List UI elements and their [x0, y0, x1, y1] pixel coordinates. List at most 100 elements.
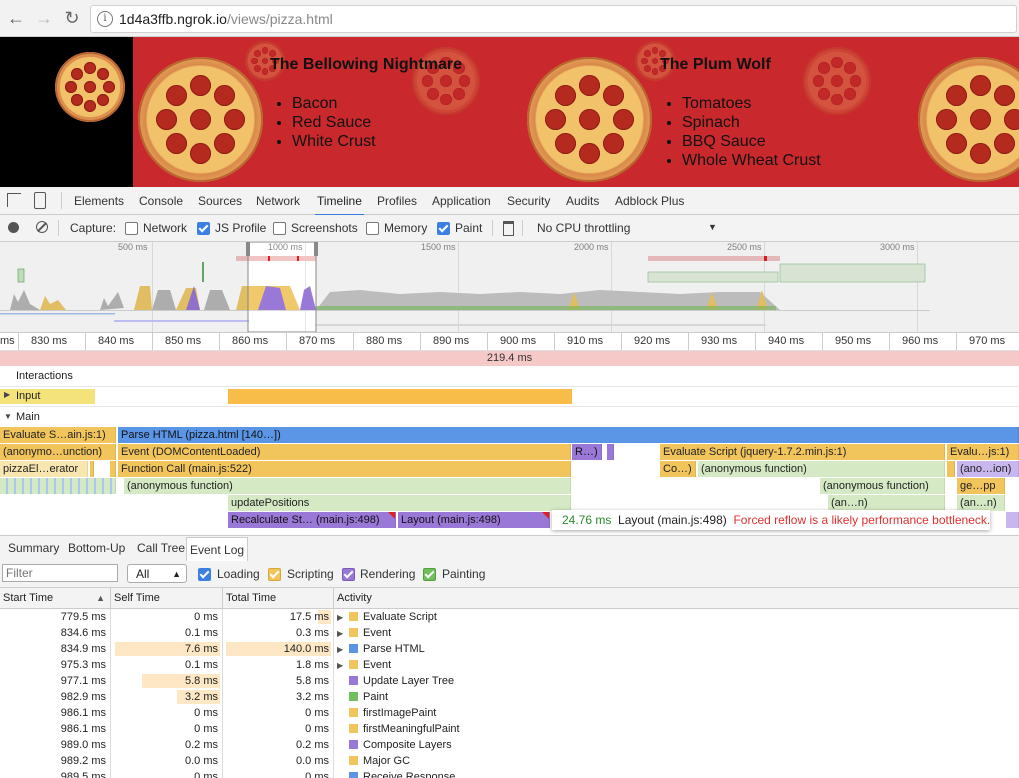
flame-anon-ion[interactable]: (ano…ion) [957, 461, 1019, 477]
flame-recalculate-style[interactable]: Recalculate St… (main.js:498) [228, 512, 396, 528]
selection-handle-right[interactable] [314, 242, 318, 256]
js-profile-checkbox[interactable] [197, 222, 210, 235]
flame-evaluate-jquery[interactable]: Evaluate Script (jquery-1.7.2.min.js:1) [660, 444, 945, 460]
rendering-checkbox[interactable] [342, 568, 355, 581]
ruler-tick: 860 ms [232, 335, 269, 347]
flame-update-positions[interactable]: updatePositions [228, 495, 571, 511]
flame-block[interactable] [110, 461, 116, 477]
tab-security[interactable]: Security [505, 187, 552, 214]
flame-block[interactable] [607, 444, 614, 460]
tab-event-log[interactable]: Event Log [186, 537, 249, 562]
flame-compile-short[interactable]: Co…) [660, 461, 696, 477]
flame-anon-function[interactable]: (anonymous function) [698, 461, 945, 477]
col-start-time[interactable]: Start Time ▲ [0, 588, 111, 608]
table-row[interactable]: 834.6 ms 0.1 ms 0.3 ms ▶ Event [0, 625, 1019, 641]
clear-icon[interactable] [36, 221, 48, 233]
tab-elements[interactable]: Elements [72, 187, 126, 214]
flame-recalc-short[interactable]: R…) [572, 444, 602, 460]
filter-input[interactable] [2, 564, 118, 582]
tab-audits[interactable]: Audits [564, 187, 601, 214]
flame-anon-short[interactable]: (an…n) [957, 495, 1005, 511]
pizza-image [527, 57, 652, 182]
tab-summary[interactable]: Summary [5, 536, 62, 560]
flame-small-calls[interactable] [0, 478, 116, 494]
selection-handle-left[interactable] [246, 242, 250, 256]
warning-marker [297, 256, 299, 261]
flame-anon-function[interactable]: (anonymous function) [820, 478, 945, 494]
activity-label: Evaluate Script [363, 611, 437, 623]
flame-pizza-generator[interactable]: pizzaEl…erator [0, 461, 88, 477]
flame-anon-function[interactable]: (anonymous function) [124, 478, 571, 494]
input-bar[interactable] [228, 389, 572, 404]
table-row[interactable]: 975.3 ms 0.1 ms 1.8 ms ▶ Event [0, 657, 1019, 673]
flame-evaluate-script-2[interactable]: Evalu…js:1) [947, 444, 1019, 460]
col-activity[interactable]: Activity [334, 588, 1019, 608]
flame-block[interactable] [1006, 512, 1019, 528]
flame-evaluate-script[interactable]: Evaluate S…ain.js:1) [0, 427, 116, 443]
collapse-triangle-icon[interactable]: ▼ [4, 412, 12, 421]
category-swatch [349, 708, 358, 717]
tab-network[interactable]: Network [254, 187, 302, 214]
tab-bottom-up[interactable]: Bottom-Up [65, 536, 128, 560]
tab-application[interactable]: Application [430, 187, 493, 214]
painting-checkbox[interactable] [423, 568, 436, 581]
scripting-checkbox[interactable] [268, 568, 281, 581]
table-row[interactable]: 986.1 ms 0 ms 0 ms firstMeaningfulPaint [0, 721, 1019, 737]
screenshots-checkbox[interactable] [273, 222, 286, 235]
tab-console[interactable]: Console [137, 187, 185, 214]
flame-block[interactable] [90, 461, 94, 477]
ruler-line [956, 333, 957, 350]
table-row[interactable]: 977.1 ms 5.8 ms 5.8 ms Update Layer Tree [0, 673, 1019, 689]
activity-label: Major GC [363, 755, 411, 767]
expand-triangle-icon[interactable]: ▶ [337, 610, 346, 626]
loading-checkbox[interactable] [198, 568, 211, 581]
device-toolbar-icon[interactable] [34, 192, 46, 209]
duration-filter-select[interactable]: All ▲ [127, 564, 187, 583]
memory-checkbox[interactable] [366, 222, 379, 235]
flame-block[interactable] [947, 461, 955, 477]
col-total-time[interactable]: Total Time [223, 588, 334, 608]
start-time-cell: 779.5 ms [60, 611, 106, 623]
flame-layout[interactable]: Layout (main.js:498) [398, 512, 550, 528]
expand-triangle-icon[interactable]: ▶ [337, 626, 346, 642]
ruler-line [286, 333, 287, 350]
tab-adblock-plus[interactable]: Adblock Plus [613, 187, 686, 214]
expand-triangle-icon[interactable]: ▶ [337, 642, 346, 658]
table-row[interactable]: 989.0 ms 0.2 ms 0.2 ms Composite Layers [0, 737, 1019, 753]
expand-triangle-icon[interactable]: ▶ [337, 658, 346, 674]
paint-checkbox[interactable] [437, 222, 450, 235]
tab-profiles[interactable]: Profiles [375, 187, 419, 214]
trash-icon[interactable] [503, 221, 514, 236]
table-row[interactable]: 982.9 ms 3.2 ms 3.2 ms Paint [0, 689, 1019, 705]
record-icon[interactable] [8, 222, 19, 233]
flame-parse-html[interactable]: Parse HTML (pizza.html [140…]) [118, 427, 1019, 443]
info-icon[interactable]: i [97, 11, 113, 27]
flame-event-domcontentloaded[interactable]: Event (DOMContentLoaded) [118, 444, 571, 460]
address-bar[interactable]: i 1d4a3ffb.ngrok.io/views/pizza.html [90, 5, 1017, 33]
tab-sources[interactable]: Sources [196, 187, 244, 214]
overview-dim-right [316, 242, 1019, 332]
table-row[interactable]: 834.9 ms 7.6 ms 140.0 ms ▶ Parse HTML [0, 641, 1019, 657]
pepperoni [651, 68, 659, 76]
table-row[interactable]: 989.2 ms 0.0 ms 0.0 ms Major GC [0, 753, 1019, 769]
cpu-throttling-select[interactable]: No CPU throttling ▼ [532, 218, 720, 238]
main-track-header[interactable]: ▼ Main [0, 409, 1019, 426]
tab-call-tree[interactable]: Call Tree [134, 536, 188, 560]
table-row[interactable]: 989.5 ms 0 ms 0 ms Receive Response [0, 769, 1019, 778]
network-checkbox[interactable] [125, 222, 138, 235]
reload-icon[interactable]: ↻ [60, 6, 84, 30]
inspect-element-icon[interactable] [7, 193, 21, 207]
flame-anon-function[interactable]: (anonymo…unction) [0, 444, 116, 460]
table-row[interactable]: 986.1 ms 0 ms 0 ms firstImagePaint [0, 705, 1019, 721]
timeline-overview[interactable]: 500 ms 1000 ms 1500 ms 2000 ms 2500 ms 3… [0, 242, 1019, 333]
back-arrow-icon[interactable]: ← [4, 6, 28, 30]
input-bar[interactable] [0, 389, 95, 404]
expand-triangle-icon[interactable]: ▶ [4, 390, 10, 399]
tab-timeline[interactable]: Timeline [315, 187, 364, 216]
flame-function-call[interactable]: Function Call (main.js:522) [118, 461, 571, 477]
forward-arrow-icon[interactable]: → [32, 6, 56, 30]
flame-get-pp[interactable]: ge…pp [957, 478, 1005, 494]
flame-anon-short[interactable]: (an…n) [828, 495, 945, 511]
col-self-time[interactable]: Self Time [111, 588, 223, 608]
table-row[interactable]: 779.5 ms 0 ms 17.5 ms ▶ Evaluate Script [0, 609, 1019, 625]
